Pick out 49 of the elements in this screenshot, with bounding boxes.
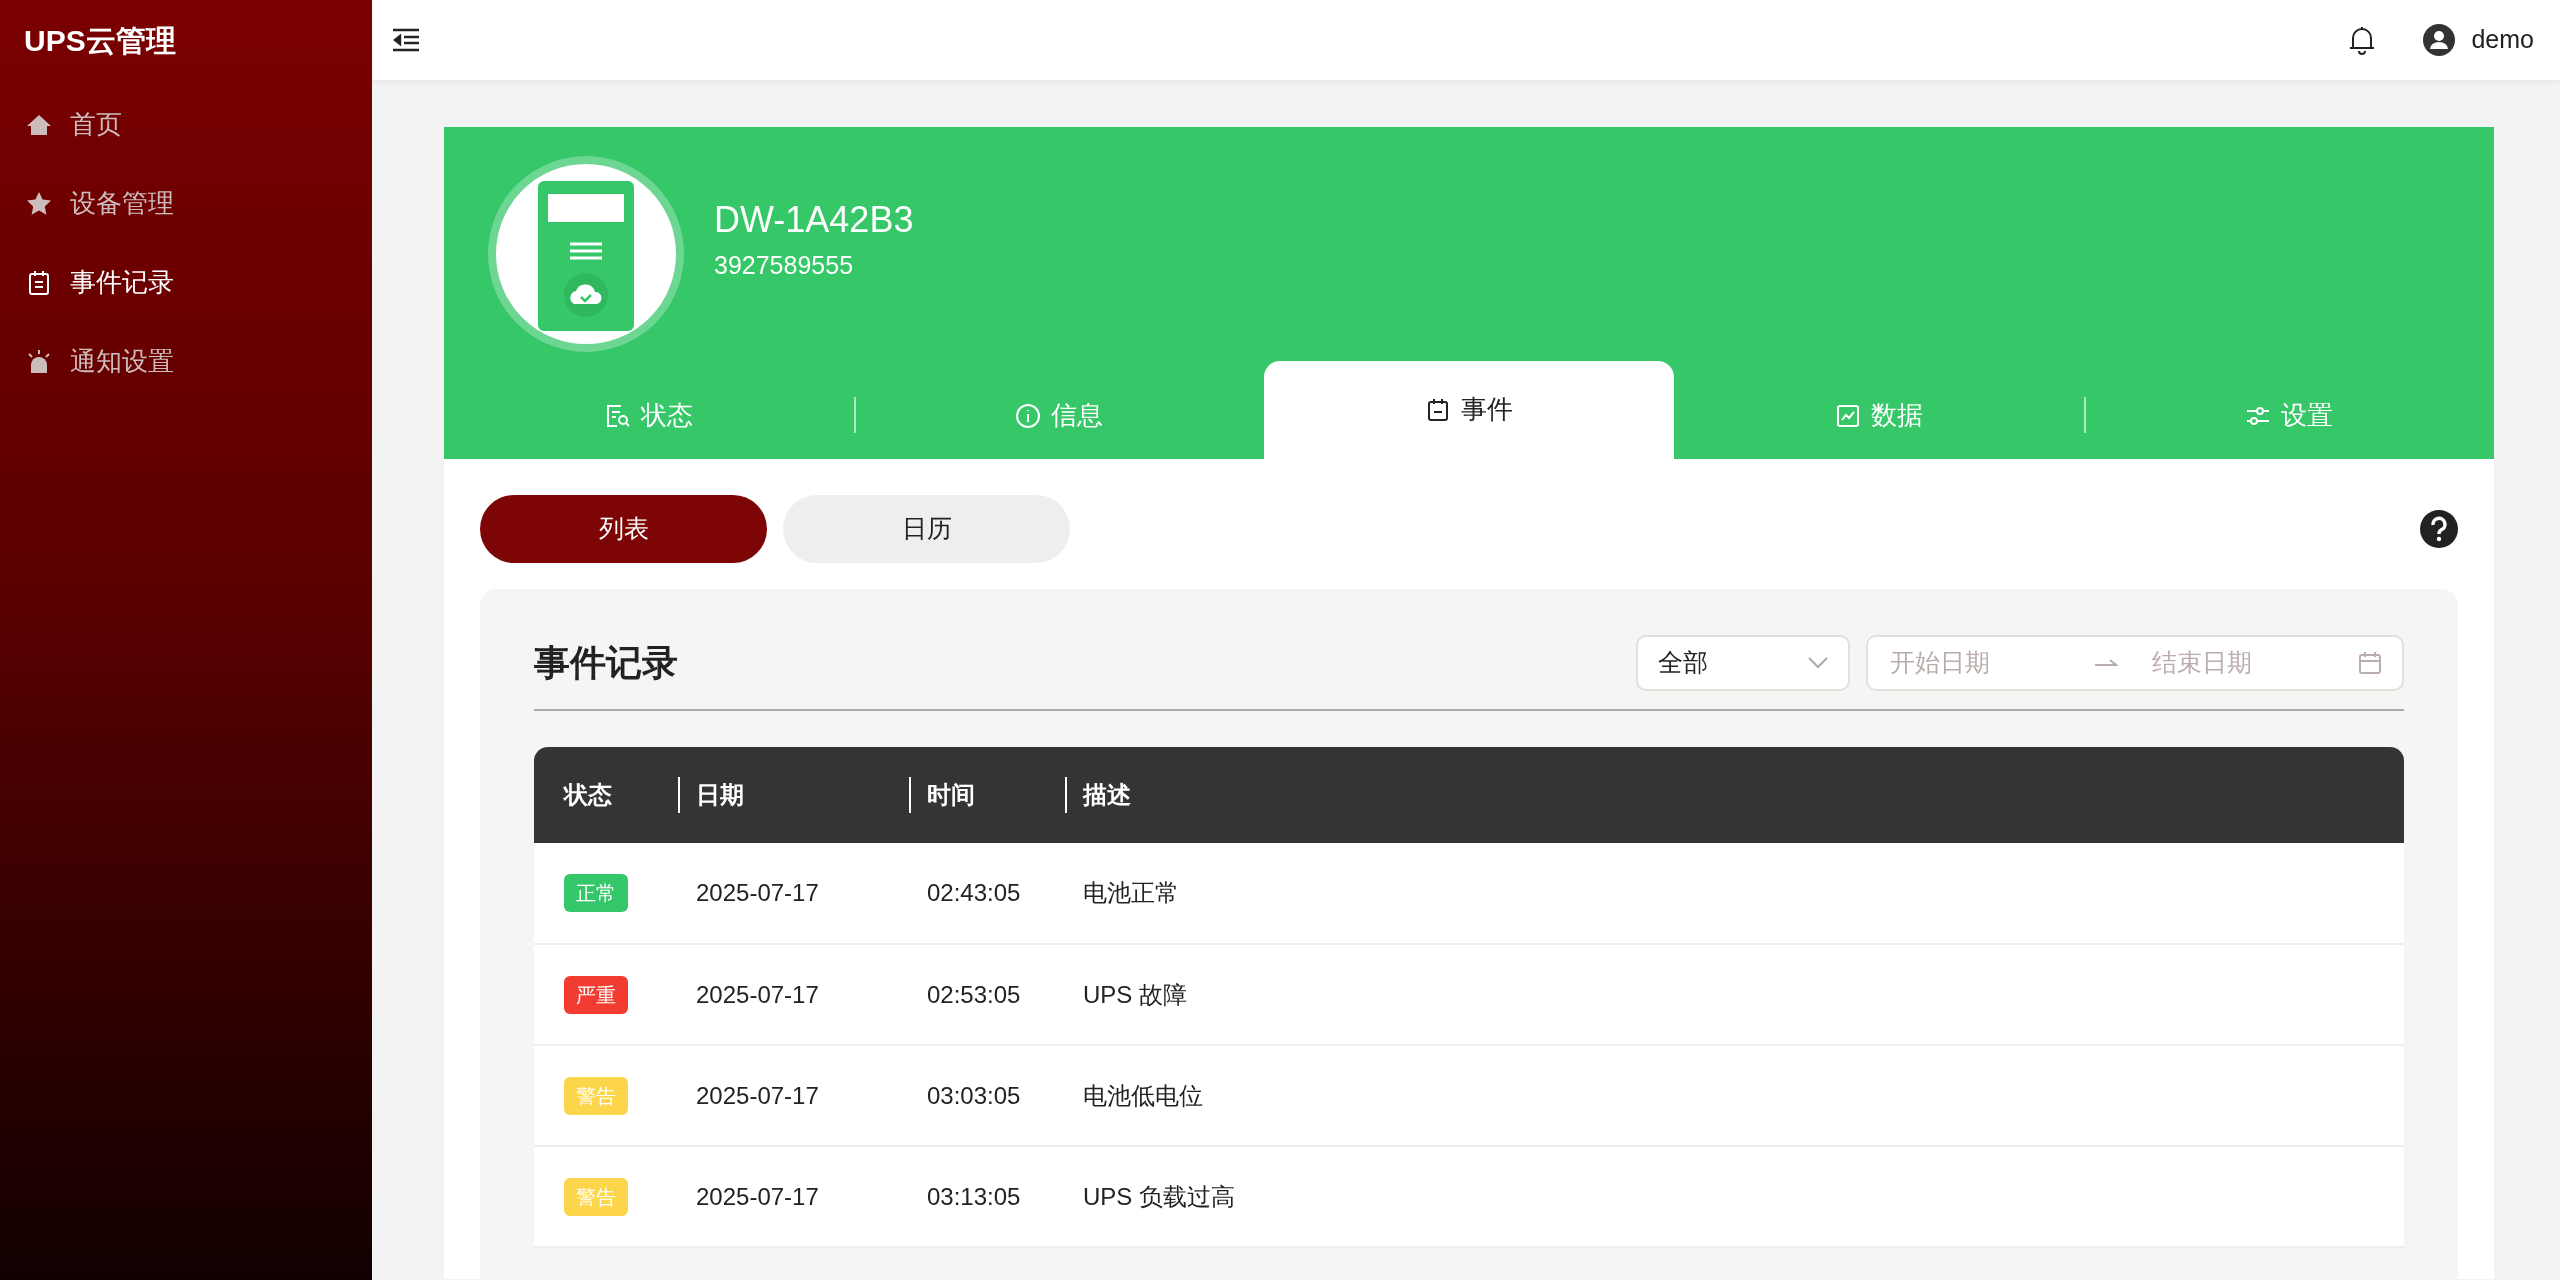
table-cell: 03:03:05: [909, 1045, 1065, 1146]
user-name[interactable]: demo: [2471, 21, 2534, 59]
end-date-field[interactable]: 结束日期: [2150, 643, 2340, 683]
date-range-picker[interactable]: 开始日期 结束日期: [1866, 635, 2404, 691]
table-cell: 2025-07-17: [678, 944, 909, 1045]
search-document-icon: [605, 402, 631, 429]
info-icon: [1015, 402, 1041, 429]
status-badge: 正常: [564, 874, 628, 912]
table-cell: 02:43:05: [909, 843, 1065, 944]
status-badge: 警告: [564, 1076, 628, 1115]
column-header: 日期: [678, 747, 909, 843]
section-title: 事件记录: [534, 641, 678, 685]
notepad-icon: [26, 269, 52, 296]
device-serial: 3927589555: [714, 250, 855, 282]
status-select[interactable]: 全部: [1636, 635, 1850, 691]
status-badge: 严重: [564, 975, 628, 1014]
sidebar-item[interactable]: 设备管理: [0, 164, 372, 243]
column-header: 时间: [909, 747, 1065, 843]
table-cell: 02:53:05: [909, 944, 1065, 1045]
table-cell: 2025-07-17: [678, 1146, 909, 1247]
sidebar-item[interactable]: 事件记录: [0, 243, 372, 322]
app-logo-text: UPS云管理: [23, 23, 177, 59]
star-icon: [26, 190, 52, 217]
user-avatar-icon[interactable]: [2423, 24, 2456, 56]
start-date-field[interactable]: 开始日期: [1888, 643, 2078, 683]
calendar-icon: [1425, 396, 1451, 423]
table-cell: UPS 故障: [1065, 944, 2404, 1045]
view-toggle-button[interactable]: 列表: [480, 495, 767, 563]
table-cell: 2025-07-17: [678, 843, 909, 944]
menu-icon[interactable]: [392, 28, 420, 52]
device-name: DW-1A42B3: [714, 198, 914, 243]
table-cell: 电池低电位: [1065, 1045, 2404, 1146]
table-cell: 2025-07-17: [678, 1045, 909, 1146]
table-cell: 03:13:05: [909, 1146, 1065, 1247]
column-header: 状态: [534, 747, 678, 843]
chart-icon: [1835, 402, 1861, 429]
table-cell: 电池正常: [1065, 843, 2404, 944]
tab[interactable]: 事件: [1264, 361, 1674, 459]
alarm-light-icon: [26, 348, 52, 375]
calendar-icon: [2358, 651, 2382, 675]
status-badge: 警告: [564, 1177, 628, 1216]
view-toggle-button[interactable]: 日历: [783, 495, 1070, 563]
help-icon[interactable]: [2420, 510, 2458, 548]
chevron-down-icon: [1808, 657, 1828, 669]
column-header: 描述: [1065, 747, 2404, 843]
bell-icon[interactable]: [2349, 25, 2376, 55]
sidebar-item[interactable]: 通知设置: [0, 322, 372, 401]
table-cell: UPS 负载过高: [1065, 1146, 2404, 1247]
sidebar-item[interactable]: 首页: [0, 85, 372, 164]
